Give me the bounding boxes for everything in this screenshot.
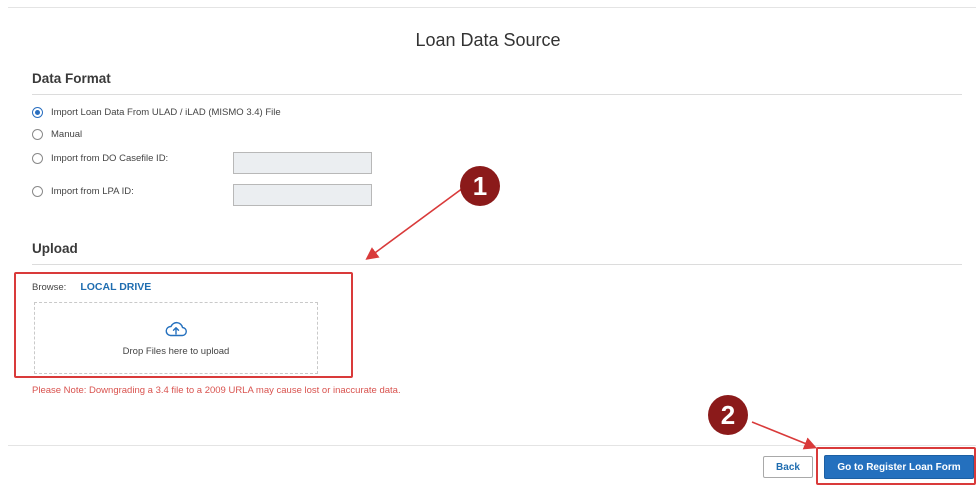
do-casefile-id-input[interactable] — [233, 152, 372, 174]
radio-button[interactable] — [32, 128, 43, 140]
go-to-register-loan-form-button[interactable]: Go to Register Loan Form — [824, 455, 974, 479]
annotation-badge-1: 1 — [460, 166, 500, 206]
lpa-id-input[interactable] — [233, 184, 372, 206]
file-drop-zone[interactable]: Drop Files here to upload — [34, 302, 318, 374]
browse-label: Browse: — [32, 281, 67, 293]
radio-label: Import from LPA ID: — [51, 185, 134, 197]
cloud-upload-icon — [165, 321, 187, 336]
arrow-1 — [365, 187, 464, 260]
radio-import-mismo-file[interactable]: Import Loan Data From ULAD / iLAD (MISMO… — [32, 105, 281, 119]
radio-label: Import from DO Casefile ID: — [51, 152, 169, 164]
radio-button[interactable] — [32, 152, 43, 164]
data-format-divider — [32, 94, 962, 95]
data-format-heading: Data Format — [32, 71, 111, 86]
radio-import-do-casefile[interactable]: Import from DO Casefile ID: — [32, 151, 168, 165]
radio-import-lpa-id[interactable]: Import from LPA ID: — [32, 184, 134, 198]
page-title: Loan Data Source — [415, 30, 561, 50]
arrow-2 — [751, 421, 817, 450]
annotation-badge-2: 2 — [708, 395, 748, 435]
drop-zone-text: Drop Files here to upload — [122, 345, 230, 357]
radio-label: Import Loan Data From ULAD / iLAD (MISMO… — [51, 106, 281, 118]
radio-button[interactable] — [32, 106, 43, 118]
back-button[interactable]: Back — [763, 456, 813, 478]
annotation-arrows — [365, 187, 817, 450]
radio-manual[interactable]: Manual — [32, 127, 82, 141]
radio-label: Manual — [51, 128, 83, 140]
top-divider — [8, 7, 976, 8]
radio-button[interactable] — [32, 185, 43, 197]
upload-heading: Upload — [32, 241, 78, 256]
local-drive-link[interactable]: LOCAL DRIVE — [80, 281, 151, 293]
browse-row: Browse: LOCAL DRIVE — [32, 281, 151, 293]
upload-divider — [32, 264, 962, 265]
footer-divider — [8, 445, 976, 446]
downgrade-warning-note: Please Note: Downgrading a 3.4 file to a… — [32, 385, 401, 396]
